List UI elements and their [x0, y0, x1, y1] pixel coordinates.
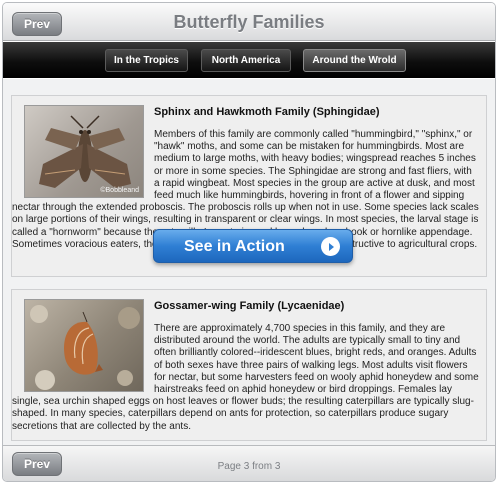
bottom-bar: Page 3 from 3	[3, 445, 495, 481]
see-in-action-label: See in Action	[184, 238, 285, 255]
arrow-circle-right-icon	[321, 237, 340, 256]
prev-button-bottom[interactable]: Prev	[12, 452, 62, 476]
tab-label: Around the Wrold	[312, 55, 397, 66]
tab-around-the-world[interactable]: Around the Wrold	[303, 49, 406, 72]
app-frame: Prev Butterfly Families In the Tropics N…	[2, 2, 496, 482]
prev-button-label: Prev	[23, 457, 51, 471]
category-nav: In the Tropics North America Around the …	[3, 42, 495, 78]
page-indicator: Page 3 from 3	[217, 461, 281, 472]
butterfly-illustration	[30, 305, 140, 390]
title-bar: Prev Butterfly Families	[3, 3, 495, 41]
tab-label: North America	[211, 55, 281, 66]
page-title: Butterfly Families	[173, 12, 325, 32]
family-card-lycaenidae: Gossamer-wing Family (Lycaenidae) There …	[11, 289, 487, 441]
gossamer-wing-image	[24, 299, 144, 392]
tab-in-the-tropics[interactable]: In the Tropics	[105, 49, 188, 72]
hawkmoth-image: ©Bobbleand	[24, 105, 144, 198]
image-watermark: ©Bobbleand	[100, 187, 139, 194]
see-in-action-button[interactable]: See in Action	[153, 229, 353, 263]
hawkmoth-illustration	[39, 115, 131, 188]
tab-label: In the Tropics	[113, 55, 179, 66]
tab-north-america[interactable]: North America	[201, 49, 291, 72]
